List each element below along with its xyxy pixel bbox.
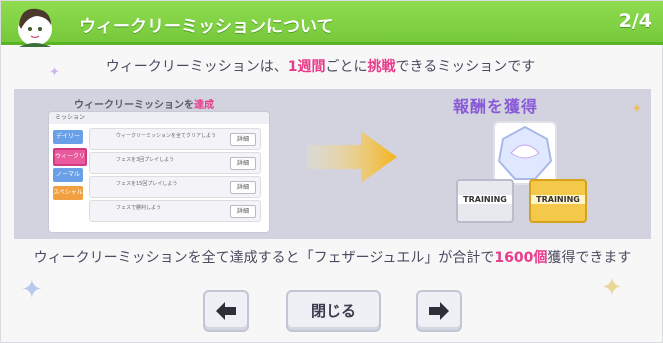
mini-row: フェスを15回プレイしよう 詳細 (89, 176, 261, 198)
illustration-subtitle: ウィークリーミッションを達成 (74, 96, 214, 111)
mini-tab-special: スペシャル (53, 186, 83, 200)
training-ticket-gold: TRAINING (529, 179, 587, 223)
mini-row-button: 詳細 (230, 157, 256, 170)
description-text: ウィークリーミッションは、 (105, 59, 288, 75)
right-arrow-icon (307, 129, 399, 189)
sparkle-icon: ✦ (631, 101, 643, 117)
mini-tab-weekly: ウィークリー (53, 148, 87, 174)
subtitle-highlight: 達成 (194, 100, 214, 111)
mini-row-button: 詳細 (230, 181, 256, 194)
subtitle-text: ウィークリーミッションを (74, 100, 194, 111)
close-button[interactable]: 閉じる (286, 290, 381, 332)
feather-jewel-icon (493, 121, 557, 185)
sparkle-icon: ✦ (49, 65, 60, 80)
description-text: できるミッションです (395, 59, 536, 75)
sparkle-icon: ✦ (21, 275, 43, 305)
sparkle-icon: ✦ (601, 273, 623, 303)
next-page-button[interactable] (416, 290, 462, 332)
reward-label: 報酬を獲得 (453, 97, 539, 116)
ticket-label: TRAINING (458, 195, 512, 204)
dialog-header: ウィークリーミッションについて 2/4 (1, 1, 663, 47)
reward-text: ウィークリーミッションを全て達成すると「フェザージュエル」が合計で (33, 250, 495, 266)
description-line: ウィークリーミッションは、1週間ごとに挑戦できるミッションです (1, 56, 640, 76)
training-ticket-silver: TRAINING (456, 179, 514, 223)
mini-tab-normal: ノーマル (53, 168, 83, 182)
previous-page-button[interactable] (203, 290, 249, 332)
description-highlight: 挑戦 (367, 59, 396, 75)
mini-row-button: 詳細 (230, 205, 256, 218)
mini-row: フェスで勝利しよう 詳細 (89, 200, 261, 222)
description-highlight: 1週間 (287, 59, 326, 75)
mini-row-text: フェスを15回プレイしよう (116, 181, 178, 187)
reward-highlight: 1600個 (494, 250, 548, 266)
left-arrow-icon (216, 302, 236, 320)
right-arrow-icon (429, 302, 449, 320)
description-text: ごとに (325, 59, 368, 75)
mini-row-text: フェスを3回プレイしよう (116, 157, 175, 163)
mini-row-text: フェスで勝利しよう (116, 205, 162, 211)
mission-screen-thumbnail: ミッション デイリー ウィークリー ノーマル スペシャル ウィークリーミッション… (48, 111, 270, 233)
mini-row-text: ウィークリーミッションを全てクリアしよう (116, 133, 217, 139)
mini-row: フェスを3回プレイしよう 詳細 (89, 152, 261, 174)
dialog-title: ウィークリーミッションについて (79, 17, 334, 37)
mini-row: ウィークリーミッションを全てクリアしよう 詳細 (89, 128, 261, 150)
mini-header: ミッション (49, 112, 269, 124)
character-avatar (7, 3, 63, 47)
reward-description: ウィークリーミッションを全て達成すると「フェザージュエル」が合計で1600個獲得… (1, 247, 663, 267)
mission-help-dialog: ウィークリーミッションについて 2/4 ウィークリーミッションは、1週間ごとに挑… (0, 0, 663, 343)
mini-tab-daily: デイリー (53, 130, 83, 144)
page-indicator: 2/4 (618, 10, 652, 32)
mini-row-button: 詳細 (230, 133, 256, 146)
ticket-label: TRAINING (531, 195, 585, 204)
reward-text: 獲得できます (547, 250, 632, 266)
